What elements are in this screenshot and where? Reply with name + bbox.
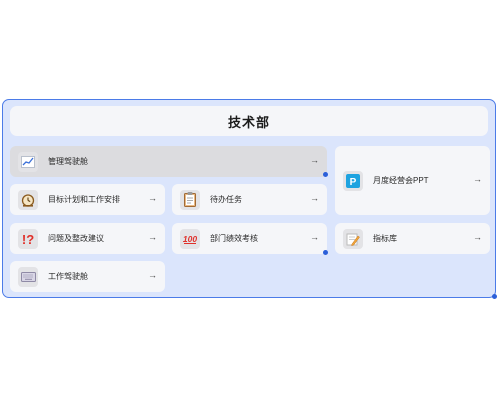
arrow-right-icon: → xyxy=(148,232,157,242)
arrow-right-icon: → xyxy=(310,155,319,165)
arrow-right-icon: → xyxy=(310,193,319,203)
clipboard-icon xyxy=(180,189,200,210)
card-label: 管理驾驶舱 xyxy=(48,157,88,166)
card-label: 部门绩效考核 xyxy=(210,234,258,243)
card-issues-suggestions[interactable]: !? 问题及整改建议 → xyxy=(10,223,165,254)
exclamation-question-icon: !? xyxy=(18,228,38,249)
hundred-points-icon: 100 xyxy=(180,228,200,249)
resize-handle[interactable] xyxy=(323,172,328,177)
card-todo-tasks[interactable]: 待办任务 → xyxy=(172,184,327,215)
arrow-right-icon: → xyxy=(310,232,319,242)
card-label: 指标库 xyxy=(373,234,397,243)
arrow-right-icon: → xyxy=(148,193,157,203)
card-department-performance[interactable]: 100 部门绩效考核 → xyxy=(172,223,327,254)
svg-text:!?: !? xyxy=(22,232,34,246)
card-label: 待办任务 xyxy=(210,195,242,204)
card-label: 工作驾驶舱 xyxy=(48,272,88,281)
keyboard-icon xyxy=(18,266,38,287)
card-label: 目标计划和工作安排 xyxy=(48,195,120,204)
department-title: 技术部 xyxy=(227,114,270,130)
svg-text:100: 100 xyxy=(183,234,197,244)
department-header: 技术部 xyxy=(10,106,488,136)
line-chart-icon xyxy=(18,151,38,172)
resize-handle[interactable] xyxy=(323,250,328,255)
card-monthly-ppt[interactable]: P 月度经营会PPT → xyxy=(335,146,490,215)
card-goal-plan[interactable]: 目标计划和工作安排 → xyxy=(10,184,165,215)
card-work-cockpit[interactable]: 工作驾驶舱 → xyxy=(10,261,165,292)
powerpoint-icon: P xyxy=(343,170,363,191)
pencil-note-icon xyxy=(343,228,363,249)
card-label: 问题及整改建议 xyxy=(48,234,104,243)
resize-handle[interactable] xyxy=(492,294,497,299)
department-panel: 技术部 管理驾驶舱 → P 月度经营会PPT → 目标计划和工作安排 → 待办任… xyxy=(2,99,496,298)
card-management-cockpit[interactable]: 管理驾驶舱 → xyxy=(10,146,327,177)
card-label: 月度经营会PPT xyxy=(373,176,429,185)
svg-text:P: P xyxy=(350,177,357,188)
alarm-clock-icon xyxy=(18,189,38,210)
arrow-right-icon: → xyxy=(473,232,482,242)
card-metrics-library[interactable]: 指标库 → xyxy=(335,223,490,254)
arrow-right-icon: → xyxy=(148,270,157,280)
arrow-right-icon: → xyxy=(473,174,482,184)
